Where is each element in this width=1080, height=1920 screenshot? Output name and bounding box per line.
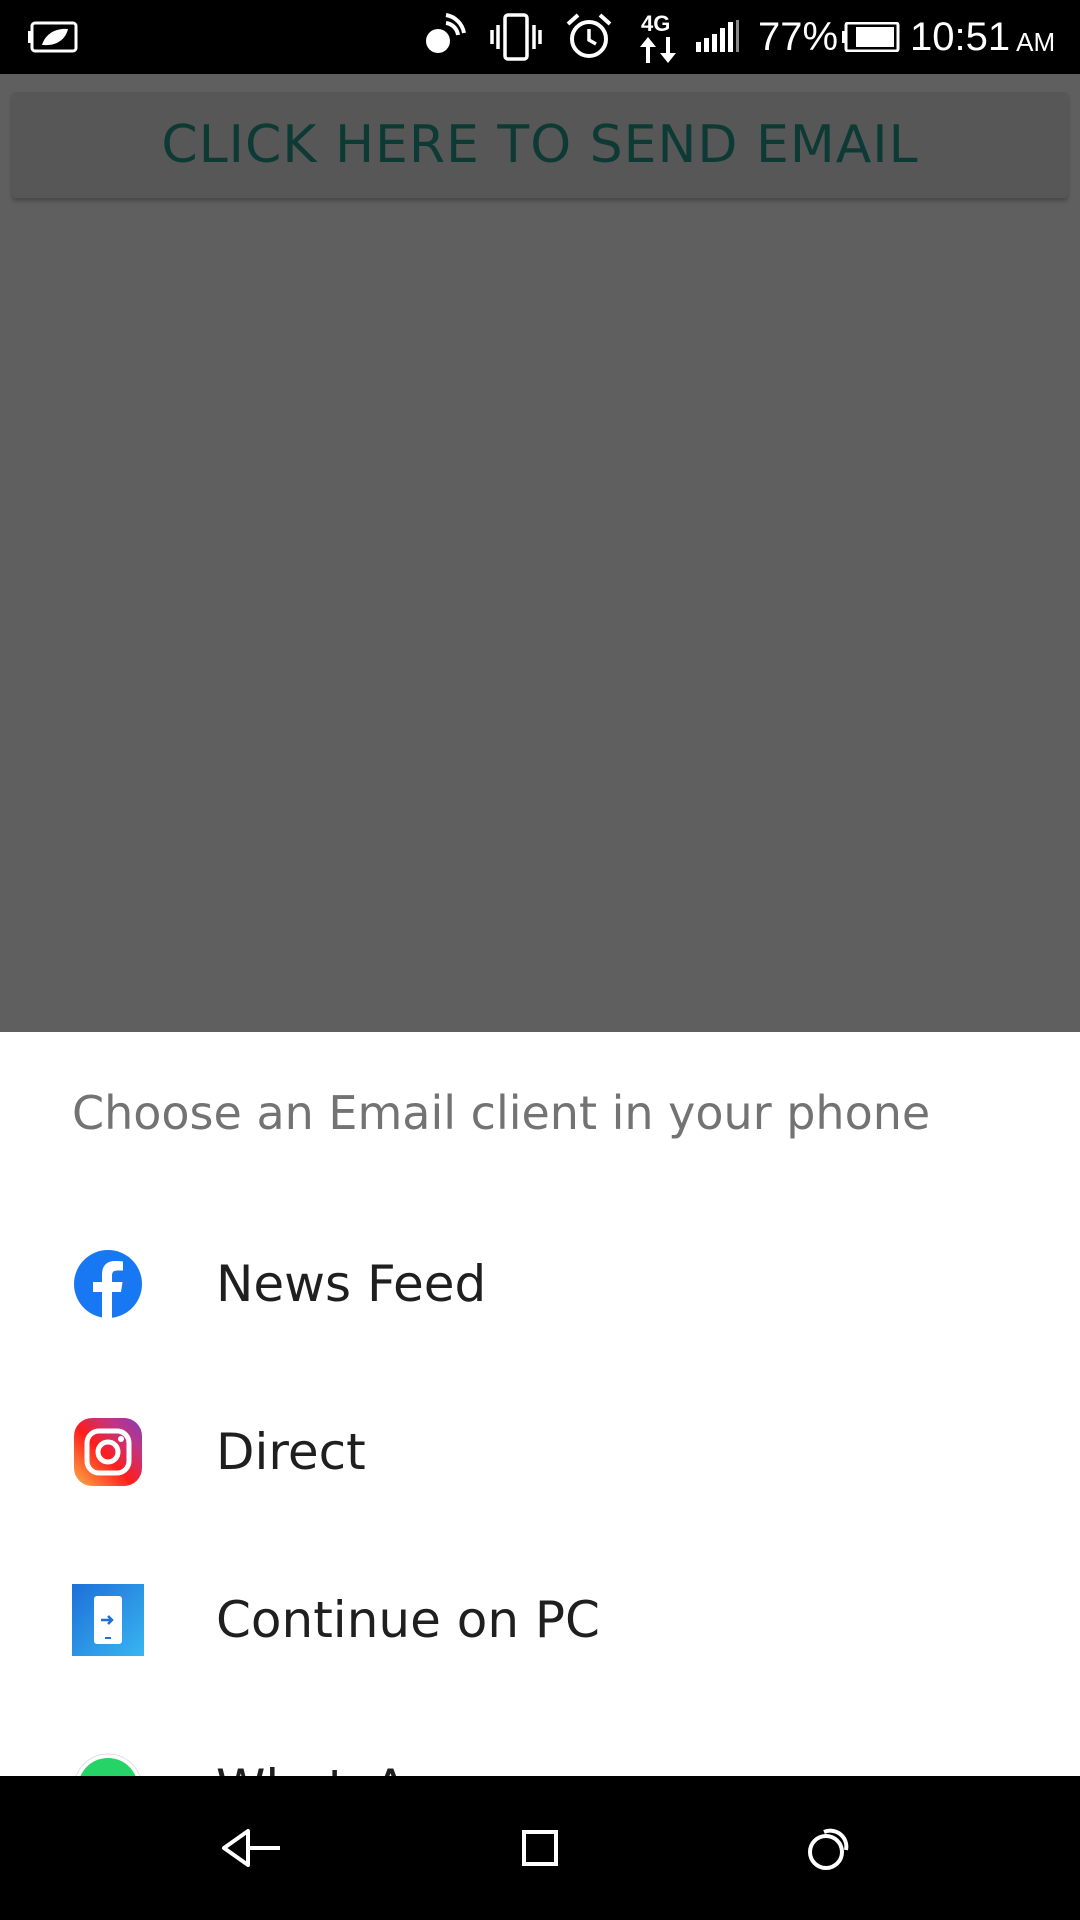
navigation-bar [0, 1776, 1080, 1920]
chooser-item-label: News Feed [216, 1255, 487, 1313]
battery-icon [842, 0, 900, 74]
alarm-icon [564, 0, 614, 74]
chooser-item-continue-on-pc[interactable]: Continue on PC [0, 1536, 1080, 1704]
status-bar: 4G 77% 10:51 AM [0, 0, 1080, 74]
battery-saver-icon [28, 0, 80, 74]
chooser-item-label: Direct [216, 1423, 366, 1481]
back-icon[interactable] [216, 1812, 288, 1884]
nfc-icon [418, 0, 466, 74]
recents-icon[interactable] [792, 1812, 864, 1884]
chooser-item-news-feed[interactable]: News Feed [0, 1200, 1080, 1368]
4g-data-icon: 4G [638, 0, 680, 74]
whatsapp-icon [72, 1752, 144, 1776]
clock-ampm: AM [1016, 26, 1056, 57]
vibrate-icon [490, 0, 542, 74]
send-email-button[interactable]: CLICK HERE TO SEND EMAIL [12, 92, 1068, 198]
chooser-item-whatsapp[interactable]: WhatsApp [0, 1704, 1080, 1776]
email-chooser-sheet: Choose an Email client in your phone New… [0, 1032, 1080, 1776]
home-icon[interactable] [504, 1812, 576, 1884]
signal-icon [696, 0, 742, 74]
battery-percent: 77% [758, 14, 839, 59]
instagram-icon [72, 1416, 144, 1488]
chooser-title: Choose an Email client in your phone [72, 1086, 931, 1140]
chooser-item-label: WhatsApp [216, 1759, 471, 1776]
chooser-item-direct[interactable]: Direct [0, 1368, 1080, 1536]
facebook-icon [72, 1248, 144, 1320]
continue-on-pc-icon [72, 1584, 144, 1656]
clock: 10:51 AM [910, 0, 1055, 74]
chooser-item-label: Continue on PC [216, 1591, 600, 1649]
svg-text:4G: 4G [641, 11, 670, 36]
app-content: CLICK HERE TO SEND EMAIL [0, 74, 1080, 1032]
clock-time: 10:51 [910, 14, 1011, 59]
